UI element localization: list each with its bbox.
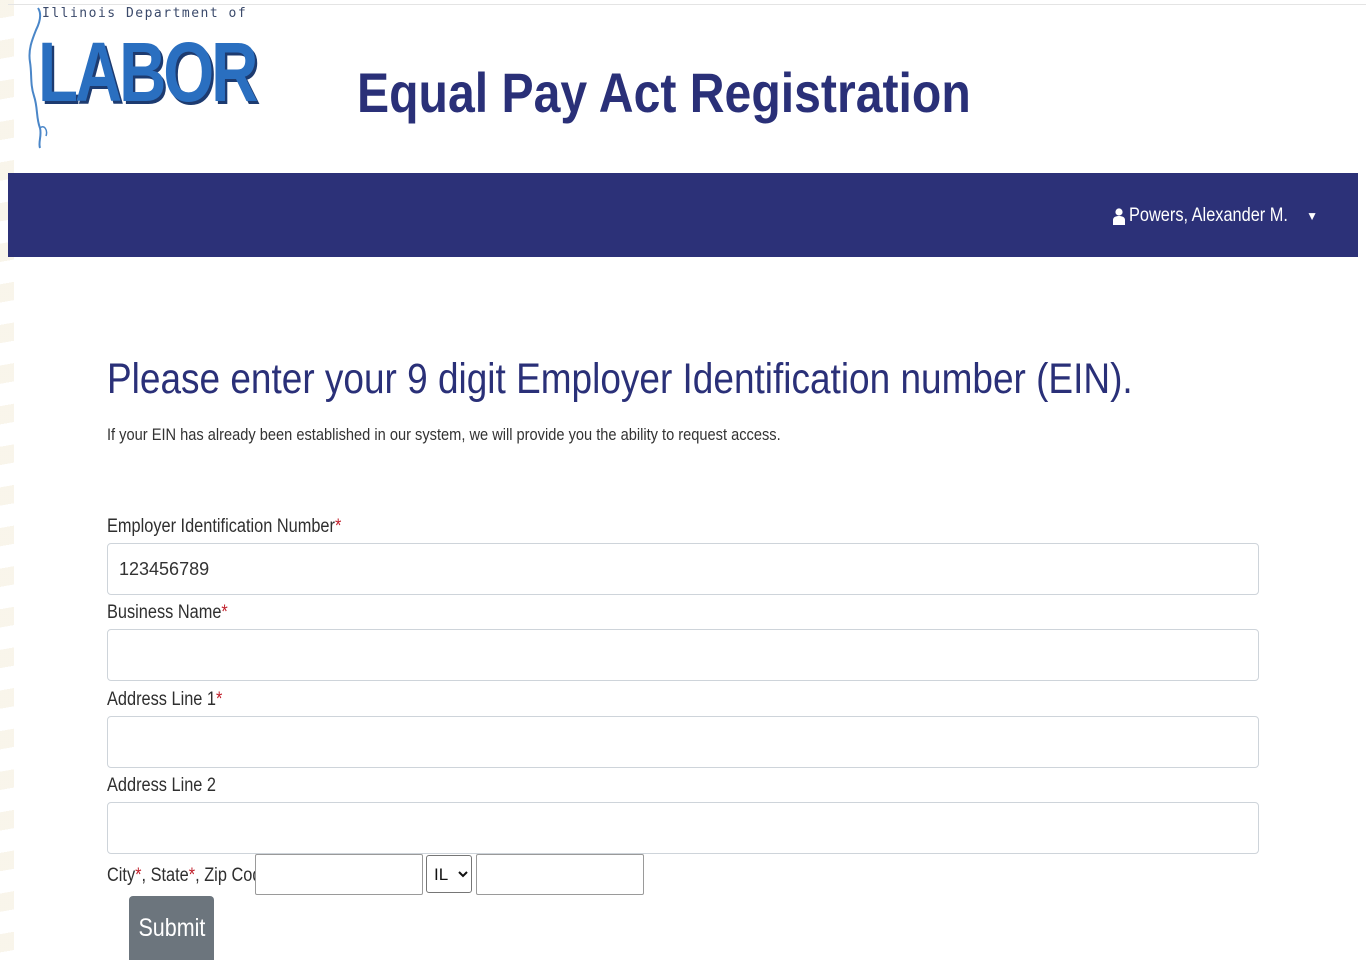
business-name-input[interactable] (107, 629, 1259, 681)
address-line-2-label: Address Line 2 (107, 775, 216, 797)
user-menu-dropdown[interactable]: Powers, Alexander M. ▼ (1113, 205, 1318, 227)
ein-label-text: Employer Identification Number (107, 516, 335, 537)
top-navbar: Powers, Alexander M. ▼ (8, 173, 1358, 257)
required-mark: * (221, 602, 228, 623)
submit-button[interactable]: Submit (129, 896, 214, 960)
user-icon (1113, 207, 1126, 225)
address-line-1-label: Address Line 1* (107, 689, 222, 711)
address-line-1-label-text: Address Line 1 (107, 689, 217, 710)
logo-top-text: Illinois Department of (42, 6, 248, 21)
caret-down-icon: ▼ (1306, 209, 1318, 223)
state-label-text: , State (141, 865, 189, 886)
required-mark: * (334, 516, 342, 537)
ein-input[interactable] (107, 543, 1259, 595)
state-select[interactable]: IL (426, 855, 472, 893)
main-content: Please enter your 9 digit Employer Ident… (107, 355, 1259, 445)
dept-labor-logo[interactable]: Illinois Department of LABOR (24, 4, 258, 154)
business-name-label: Business Name* (107, 602, 228, 624)
ein-label: Employer Identification Number* (107, 516, 341, 538)
business-name-label-text: Business Name (107, 602, 222, 623)
site-header: Illinois Department of LABOR Equal Pay A… (0, 0, 1366, 173)
page-title: Please enter your 9 digit Employer Ident… (107, 355, 1133, 403)
address-line-2-input[interactable] (107, 802, 1259, 854)
site-title: Equal Pay Act Registration (357, 61, 971, 124)
logo-word: LABOR (38, 25, 258, 119)
submit-button-label: Submit (138, 913, 205, 942)
city-label-text: City (107, 865, 136, 886)
user-name: Powers, Alexander M. (1129, 205, 1289, 226)
required-mark: * (216, 689, 223, 710)
address-line-2-label-text: Address Line 2 (107, 775, 217, 796)
page-subtitle: If your EIN has already been established… (107, 425, 781, 444)
city-state-zip-label: City*, State*, Zip Code* (107, 865, 277, 887)
zip-code-input[interactable] (476, 854, 644, 895)
address-line-1-input[interactable] (107, 716, 1259, 768)
city-input[interactable] (255, 854, 423, 895)
